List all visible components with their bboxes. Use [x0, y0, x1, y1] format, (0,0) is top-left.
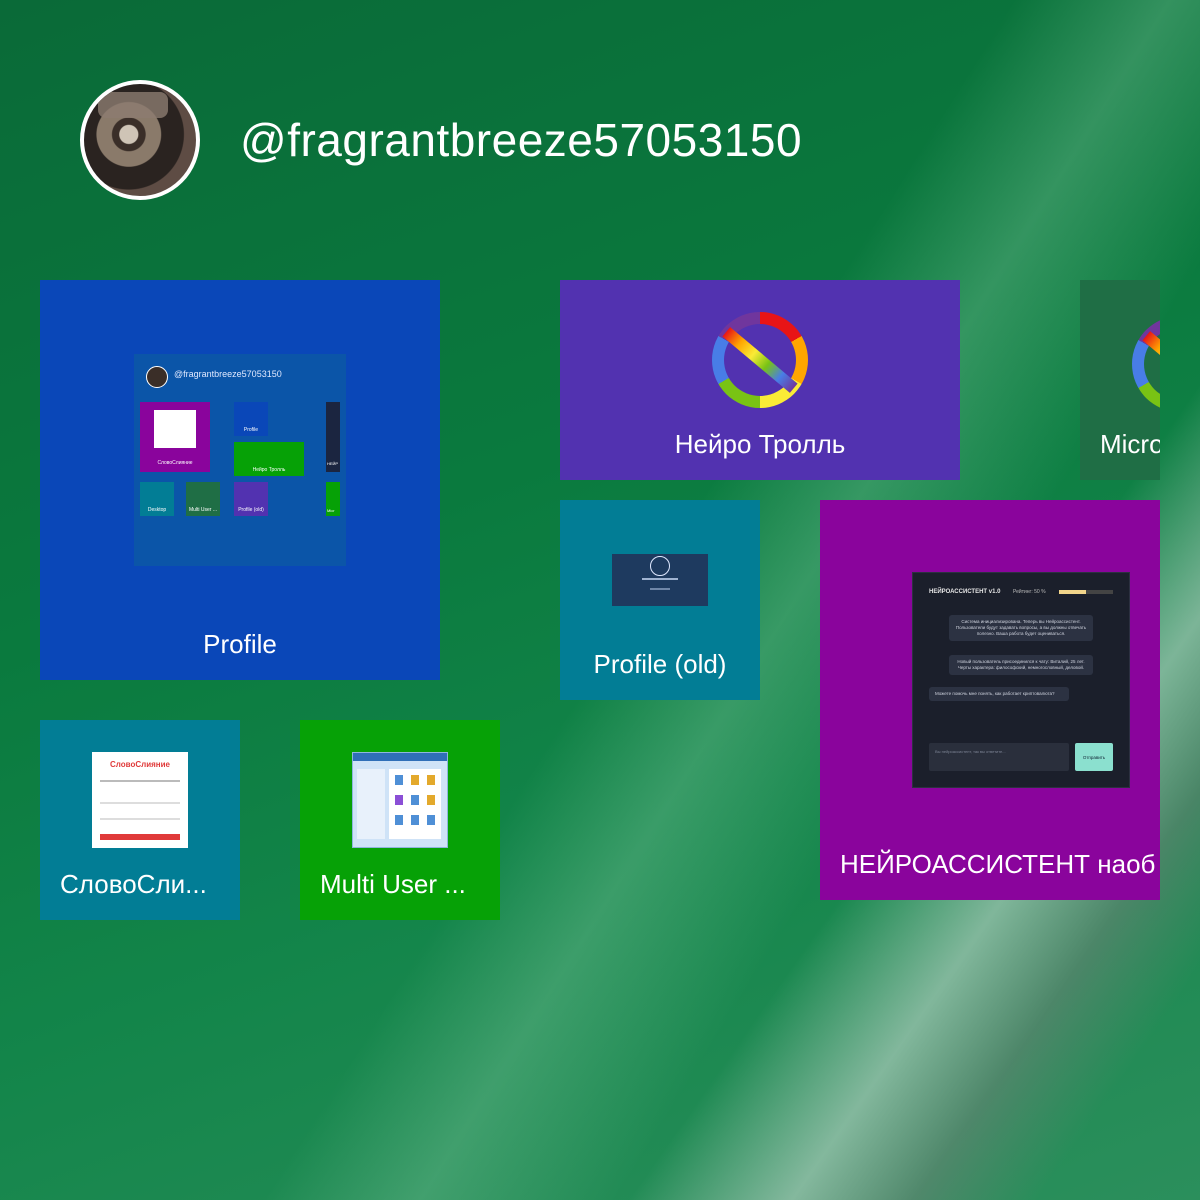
- mini-tile: Micr: [326, 482, 340, 516]
- mini-tile: СловоСлияние: [140, 402, 210, 472]
- rating-label: Рейтинг: 50 %: [1013, 589, 1046, 595]
- slovo-preview: СловоСлияние: [92, 752, 188, 848]
- chat-message: Новый пользователь присоединился к чату:…: [949, 655, 1093, 675]
- tile-label: СловоСли...: [60, 869, 207, 899]
- mini-tile: НЕЙР: [326, 402, 340, 472]
- neuroassistant-preview: НЕЙРОАССИСТЕНТ v1.0 Рейтинг: 50 % Систем…: [912, 572, 1130, 788]
- message-input: Вы нейроассистент, так вы ответите...: [929, 743, 1069, 771]
- mini-avatar: [146, 366, 168, 388]
- multi-user-preview: [352, 752, 448, 848]
- tile-neuro-troll[interactable]: Нейро Тролль: [560, 280, 960, 480]
- mini-username: @fragrantbreeze57053150: [174, 369, 282, 379]
- tile-label: Multi User ...: [320, 869, 466, 899]
- rainbow-no-sign-icon: [1132, 316, 1160, 412]
- rainbow-no-sign-icon: [712, 312, 808, 408]
- chat-message: Система инициализирована. Теперь вы Нейр…: [949, 615, 1093, 641]
- tile-label: Profile (old): [593, 649, 727, 679]
- rating-bar: [1059, 590, 1113, 594]
- mini-tile: Нейро Тролль: [234, 442, 304, 476]
- user-avatar[interactable]: [80, 80, 200, 200]
- profile-header: @fragrantbreeze57053150: [80, 80, 802, 200]
- tile-label: НЕЙРОАССИСТЕНТ наоб: [840, 849, 1156, 879]
- mini-tile: Desktop: [140, 482, 174, 516]
- tile-label: Profile: [203, 629, 277, 659]
- username: @fragrantbreeze57053150: [240, 114, 803, 166]
- profile-old-preview: [612, 554, 708, 606]
- mini-tile: Profile (old): [234, 482, 268, 516]
- tile-micro[interactable]: Micro: [1080, 280, 1160, 480]
- chat-message: Можете помочь мне понять, как работает к…: [929, 687, 1069, 701]
- tile-label: Micro: [1100, 429, 1160, 459]
- tile-label: Нейро Тролль: [674, 429, 846, 459]
- slovo-preview-title: СловоСлияние: [110, 760, 170, 769]
- mini-tile: Profile: [234, 402, 268, 436]
- preview-title: НЕЙРОАССИСТЕНТ v1.0: [929, 589, 1001, 595]
- profile-preview: @fragrantbreeze57053150 СловоСлияние Pro…: [134, 354, 346, 566]
- send-button: Отправить: [1075, 743, 1113, 771]
- rating-bar-fill: [1059, 590, 1086, 594]
- mini-tile: Multi User ...: [186, 482, 220, 516]
